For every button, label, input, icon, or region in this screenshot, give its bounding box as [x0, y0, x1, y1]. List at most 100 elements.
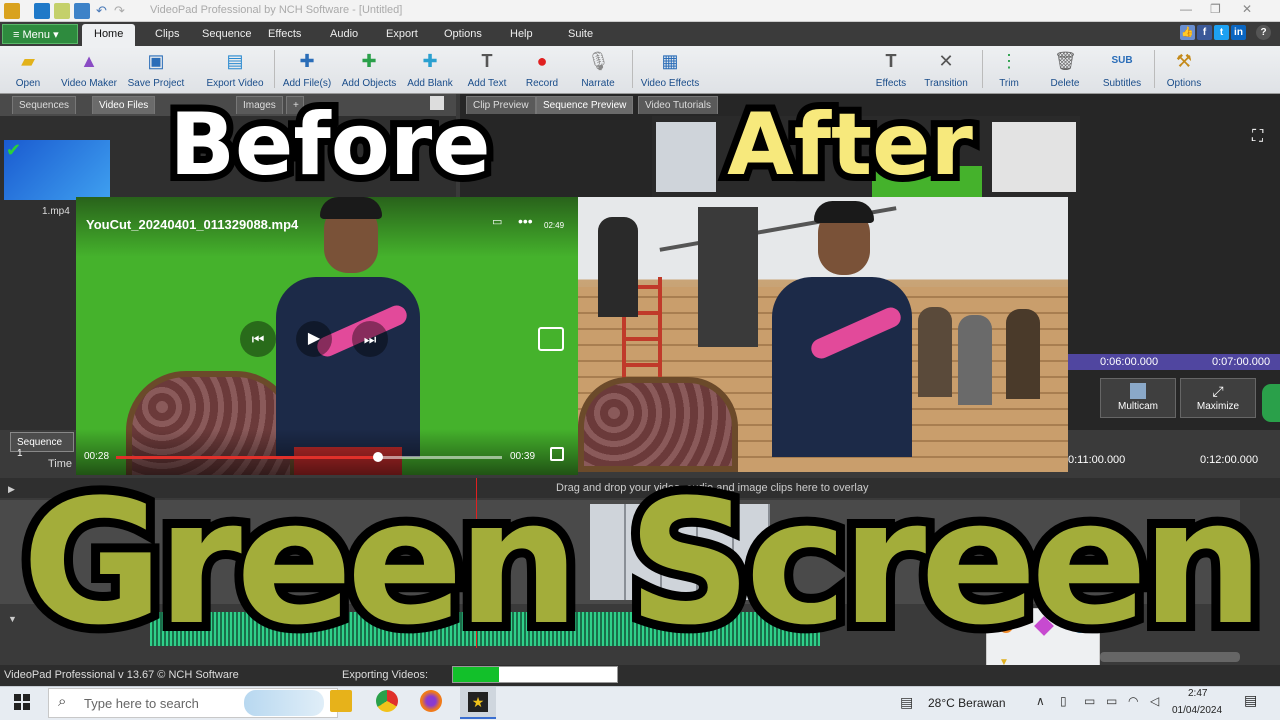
- previous-icon[interactable]: ⏮: [240, 321, 276, 357]
- subtitles-button[interactable]: SUB Subtitles: [1098, 48, 1146, 92]
- seek-bar[interactable]: [116, 456, 502, 459]
- battery-icon[interactable]: ▭: [1106, 694, 1117, 708]
- record-dot-icon: ●: [536, 51, 548, 71]
- tray-chevron-icon[interactable]: ∧: [1036, 694, 1045, 708]
- text-effects-icon: T: [885, 51, 897, 71]
- open-button[interactable]: ▰ Open: [8, 48, 48, 92]
- redo-icon[interactable]: ↷: [114, 3, 125, 19]
- play-toggle-icon[interactable]: [1262, 384, 1280, 422]
- text-t-icon: T: [481, 51, 493, 71]
- tab-help[interactable]: Help: [510, 24, 533, 46]
- multicam-button[interactable]: Multicam: [1100, 378, 1176, 418]
- tab-sequence[interactable]: Sequence: [202, 24, 252, 46]
- tab-sequence-1[interactable]: Sequence 1: [10, 432, 74, 459]
- add-file-icon: ✚: [299, 51, 315, 71]
- firefox-icon[interactable]: [420, 690, 442, 712]
- chrome-icon[interactable]: [376, 690, 398, 712]
- tab-home[interactable]: Home: [82, 24, 136, 46]
- person-hair: [814, 201, 874, 223]
- delete-button[interactable]: 🗑 Delete: [1044, 48, 1086, 92]
- person-shirt: [772, 277, 912, 457]
- checkmark-icon: ✔: [6, 140, 22, 160]
- minimize-icon[interactable]: —: [1180, 2, 1192, 16]
- videopad-window: ↶ ↷ VideoPad Professional by NCH Softwar…: [0, 0, 1280, 720]
- ruler-tick-label: 0:07:00.000: [1212, 356, 1271, 368]
- tab-suite[interactable]: Suite: [568, 24, 593, 46]
- tray-meet-icon[interactable]: ▭: [1084, 694, 1095, 708]
- add-blank-icon: ✚: [422, 51, 438, 71]
- tab-clips[interactable]: Clips: [155, 24, 179, 46]
- options-button[interactable]: ⚒ Options: [1162, 48, 1206, 92]
- picture-icon[interactable]: [538, 327, 564, 351]
- wifi-icon[interactable]: ◠: [1128, 694, 1138, 708]
- new-file-icon[interactable]: [34, 3, 50, 19]
- battery-time: 02:49: [544, 221, 565, 230]
- window-title: VideoPad Professional by NCH Software - …: [150, 4, 403, 16]
- export-progress-fill: [453, 667, 499, 682]
- tab-audio[interactable]: Audio: [330, 24, 358, 46]
- clock-date[interactable]: 01/04/2024: [1172, 705, 1222, 716]
- help-icon[interactable]: ?: [1256, 25, 1271, 40]
- ribbon-divider: [982, 50, 983, 88]
- subtitles-icon: SUB: [1111, 55, 1133, 66]
- tv-cast-icon[interactable]: ▭: [492, 215, 502, 228]
- microphone-icon: 🎙: [587, 51, 610, 71]
- camera-crane-image: [698, 207, 758, 347]
- file-explorer-icon[interactable]: [330, 690, 352, 712]
- narrate-button[interactable]: 🎙 Narrate: [574, 48, 622, 92]
- tray-device-icon[interactable]: ▯: [1060, 694, 1067, 708]
- worker-image: [958, 315, 992, 405]
- facebook-icon[interactable]: f: [1197, 25, 1212, 40]
- tab-effects[interactable]: Effects: [268, 24, 301, 46]
- maximize-button[interactable]: ⤢ Maximize: [1180, 378, 1256, 418]
- fullscreen-icon[interactable]: ⛶: [1252, 128, 1263, 146]
- export-progress-bar: [452, 666, 618, 683]
- windows-start-icon[interactable]: [14, 694, 30, 710]
- video-maker-button[interactable]: ▲ Video Maker: [60, 48, 118, 92]
- before-title: Before: [162, 88, 497, 198]
- record-button[interactable]: ● Record: [520, 48, 564, 92]
- search-placeholder: Type here to search: [84, 696, 199, 711]
- search-highlight-image: [244, 690, 324, 716]
- twitter-icon[interactable]: t: [1214, 25, 1229, 40]
- add-objects-icon: ✚: [361, 51, 377, 71]
- crew-member-image: [598, 217, 638, 317]
- close-icon[interactable]: ✕: [1242, 2, 1252, 16]
- person-hair: [320, 197, 382, 219]
- trash-icon: 🗑: [1054, 51, 1077, 71]
- news-icon[interactable]: ▤: [900, 694, 913, 711]
- before-video-frame: YouCut_20240401_011329088.mp4 ▭ ••• 02:4…: [76, 197, 578, 475]
- film-effects-icon: ▦: [661, 51, 679, 71]
- menu-button[interactable]: ≡ Menu ▾: [2, 24, 78, 44]
- like-icon[interactable]: 👍: [1180, 25, 1195, 40]
- rotate-icon[interactable]: [550, 447, 564, 461]
- tab-sequences[interactable]: Sequences: [12, 96, 77, 114]
- tab-video-files[interactable]: Video Files: [92, 96, 156, 114]
- weather-label[interactable]: 28°C Berawan: [928, 696, 1006, 710]
- more-options-icon[interactable]: •••: [518, 213, 533, 229]
- worker-image: [1006, 309, 1040, 399]
- save-icon[interactable]: [74, 3, 90, 19]
- linkedin-icon[interactable]: in: [1231, 25, 1246, 40]
- clock-time[interactable]: 2:47: [1188, 688, 1207, 699]
- app-logo-icon: [4, 3, 20, 19]
- open-folder-icon[interactable]: [54, 3, 70, 19]
- restore-icon[interactable]: ❐: [1210, 2, 1221, 16]
- after-text: After: [727, 95, 973, 195]
- volume-icon[interactable]: ◁: [1150, 694, 1159, 708]
- videopad-taskbar-button[interactable]: ★: [460, 687, 496, 719]
- tab-options[interactable]: Options: [444, 24, 482, 46]
- undo-icon[interactable]: ↶: [96, 3, 107, 19]
- transition-icon: ✕: [938, 51, 954, 71]
- before-text: Before: [169, 95, 490, 195]
- tab-export[interactable]: Export: [386, 24, 418, 46]
- green-screen-text: Green Screen: [22, 462, 1258, 658]
- after-title: After: [720, 88, 980, 198]
- notification-icon[interactable]: ▤: [1244, 692, 1257, 709]
- videopad-icon: ★: [468, 692, 488, 712]
- maximize-icon: ⤢: [1212, 383, 1224, 399]
- search-icon: ⌕: [58, 693, 67, 710]
- next-icon[interactable]: ⏭: [352, 321, 388, 357]
- tab-sequence-preview[interactable]: Sequence Preview: [536, 96, 634, 114]
- play-icon[interactable]: ▶: [296, 321, 332, 357]
